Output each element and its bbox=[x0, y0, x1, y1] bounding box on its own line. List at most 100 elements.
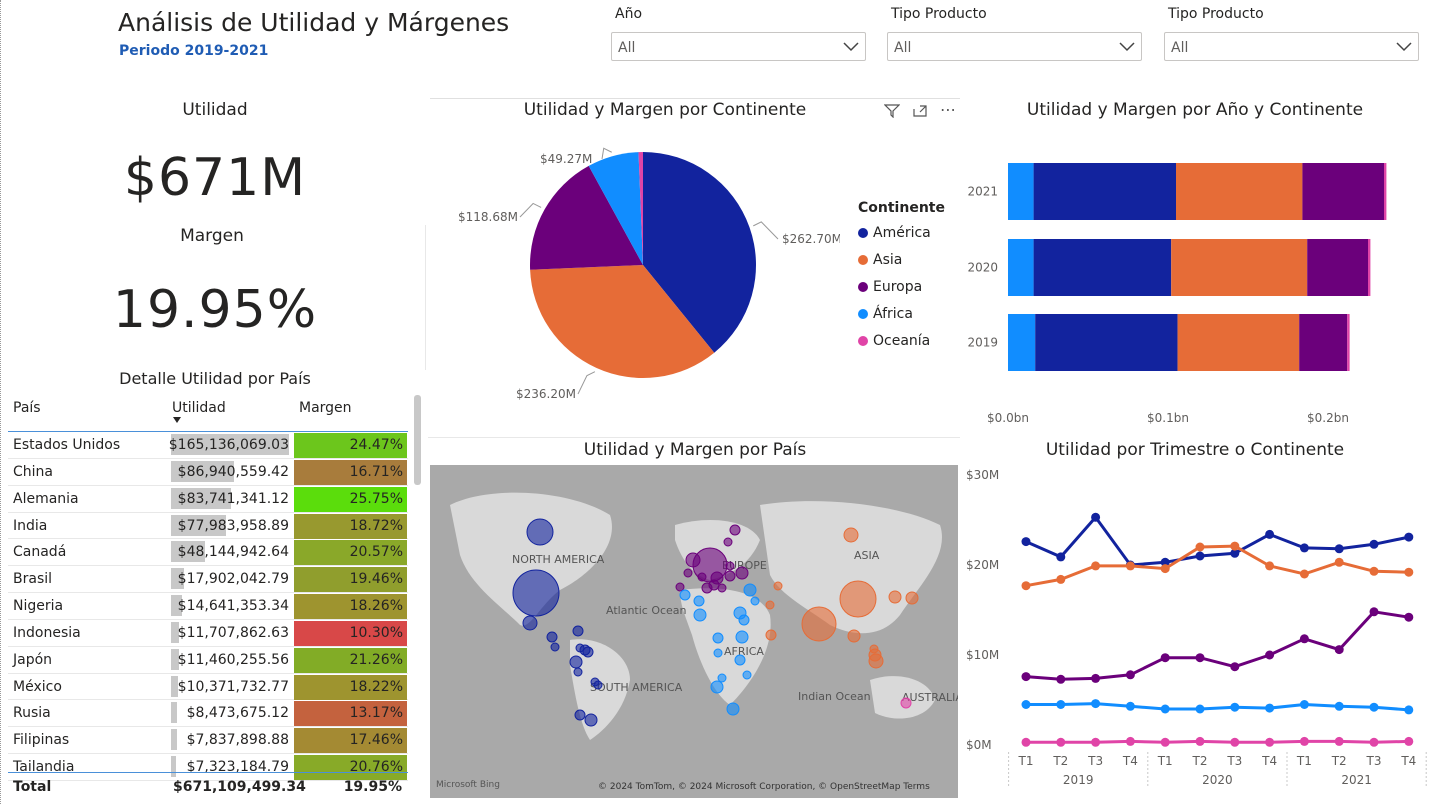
series-point[interactable] bbox=[1230, 662, 1240, 672]
table-row[interactable]: México $10,371,732.77 18.22% bbox=[8, 674, 408, 701]
series-point[interactable] bbox=[1021, 737, 1031, 747]
bar-segment-áfrica[interactable] bbox=[1008, 314, 1036, 371]
map-bubble[interactable] bbox=[734, 654, 746, 666]
table-row[interactable]: Japón $11,460,255.56 21.26% bbox=[8, 647, 408, 674]
more-options-icon[interactable]: ⋯ bbox=[940, 100, 956, 119]
map-bubble[interactable] bbox=[726, 702, 740, 716]
series-point[interactable] bbox=[1334, 557, 1344, 567]
series-point[interactable] bbox=[1334, 544, 1344, 554]
legend-item[interactable]: Oceanía bbox=[858, 333, 931, 349]
map-bubble[interactable] bbox=[693, 595, 705, 607]
map-bubble[interactable] bbox=[679, 589, 691, 601]
map-bubble[interactable] bbox=[738, 614, 750, 626]
series-point[interactable] bbox=[1056, 737, 1066, 747]
series-point[interactable] bbox=[1404, 567, 1414, 577]
series-point[interactable] bbox=[1230, 541, 1240, 551]
map-bubble[interactable] bbox=[675, 582, 685, 592]
map-bubble[interactable] bbox=[573, 667, 583, 677]
map-bubble[interactable] bbox=[512, 569, 560, 617]
series-point[interactable] bbox=[1404, 532, 1414, 542]
series-point[interactable] bbox=[1160, 737, 1170, 747]
map-bubble[interactable] bbox=[569, 655, 583, 669]
bar-segment-europa[interactable] bbox=[1302, 163, 1384, 220]
series-point[interactable] bbox=[1369, 607, 1379, 617]
table-row[interactable]: Nigeria $14,641,353.34 18.26% bbox=[8, 593, 408, 620]
series-point[interactable] bbox=[1195, 551, 1205, 561]
map-bubble[interactable] bbox=[742, 670, 752, 680]
map-bubble[interactable] bbox=[713, 648, 723, 658]
map-bubble[interactable] bbox=[750, 596, 760, 606]
series-point[interactable] bbox=[1091, 673, 1101, 683]
series-point[interactable] bbox=[1230, 702, 1240, 712]
series-point[interactable] bbox=[1021, 537, 1031, 547]
map-bubble[interactable] bbox=[801, 606, 837, 642]
bar-segment-europa[interactable] bbox=[1299, 314, 1348, 371]
series-point[interactable] bbox=[1021, 672, 1031, 682]
series-point[interactable] bbox=[1125, 736, 1135, 746]
bar-segment-oceanía[interactable] bbox=[1384, 163, 1387, 220]
map-bubble[interactable] bbox=[701, 582, 713, 594]
map-bubble[interactable] bbox=[905, 591, 919, 605]
map-bubble[interactable] bbox=[743, 583, 757, 597]
table-row[interactable]: India $77,983,958.89 18.72% bbox=[8, 513, 408, 540]
table-row[interactable]: Alemania $83,741,341.12 25.75% bbox=[8, 486, 408, 513]
bar-segment-asia[interactable] bbox=[1171, 239, 1308, 296]
map-bubble[interactable] bbox=[723, 537, 733, 547]
map-bubble[interactable] bbox=[712, 632, 724, 644]
series-point[interactable] bbox=[1299, 736, 1309, 746]
slicer-ano-dropdown[interactable]: All bbox=[611, 32, 866, 61]
series-point[interactable] bbox=[1056, 674, 1066, 684]
focus-mode-icon[interactable] bbox=[912, 104, 928, 118]
series-point[interactable] bbox=[1160, 704, 1170, 714]
bar-segment-oceanía[interactable] bbox=[1347, 314, 1350, 371]
series-point[interactable] bbox=[1195, 736, 1205, 746]
bubble-map[interactable]: NORTH AMERICA EUROPEASIAAtlantic OceanAFR… bbox=[430, 465, 958, 798]
slicer-tipo1-dropdown[interactable]: All bbox=[887, 32, 1142, 61]
map-bubble[interactable] bbox=[593, 680, 603, 690]
series-point[interactable] bbox=[1334, 645, 1344, 655]
series-point[interactable] bbox=[1404, 705, 1414, 715]
bar-segment-asia[interactable] bbox=[1177, 314, 1300, 371]
table-row[interactable]: Brasil $17,902,042.79 19.46% bbox=[8, 566, 408, 594]
legend-item[interactable]: África bbox=[858, 306, 931, 322]
series-point[interactable] bbox=[1265, 529, 1275, 539]
map-bubble[interactable] bbox=[522, 615, 538, 631]
map-bubble[interactable] bbox=[693, 608, 707, 622]
series-point[interactable] bbox=[1369, 737, 1379, 747]
series-point[interactable] bbox=[1091, 737, 1101, 747]
series-point[interactable] bbox=[1195, 653, 1205, 663]
series-point[interactable] bbox=[1125, 701, 1135, 711]
series-point[interactable] bbox=[1404, 612, 1414, 622]
series-point[interactable] bbox=[1056, 574, 1066, 584]
map-bubble[interactable] bbox=[550, 642, 560, 652]
table-row[interactable]: Estados Unidos $165,136,069.03 24.47% bbox=[8, 432, 408, 459]
series-point[interactable] bbox=[1056, 552, 1066, 562]
map-bubble[interactable] bbox=[735, 630, 749, 644]
series-point[interactable] bbox=[1265, 703, 1275, 713]
table-scrollbar[interactable] bbox=[414, 395, 421, 485]
series-point[interactable] bbox=[1091, 561, 1101, 571]
series-point[interactable] bbox=[1056, 700, 1066, 709]
slicer-tipo2-dropdown[interactable]: All bbox=[1164, 32, 1419, 61]
col-header-utilidad[interactable]: Utilidad bbox=[172, 400, 226, 416]
map-bubble[interactable] bbox=[710, 680, 724, 694]
map-bubble[interactable] bbox=[843, 527, 859, 543]
map-bubble[interactable] bbox=[579, 644, 591, 656]
map-bubble[interactable] bbox=[847, 629, 861, 643]
map-bubble[interactable] bbox=[735, 566, 749, 580]
map-bubble[interactable] bbox=[900, 697, 912, 709]
series-point[interactable] bbox=[1334, 701, 1344, 711]
map-bubble[interactable] bbox=[729, 524, 741, 536]
table-row[interactable]: China $86,940,559.42 16.71% bbox=[8, 459, 408, 486]
map-bubble[interactable] bbox=[572, 625, 584, 637]
series-point[interactable] bbox=[1091, 512, 1101, 522]
series-point[interactable] bbox=[1195, 704, 1205, 714]
bar-segment-oceanía[interactable] bbox=[1368, 239, 1371, 296]
map-bubble[interactable] bbox=[725, 561, 735, 571]
legend-item[interactable]: Europa bbox=[858, 279, 931, 295]
series-point[interactable] bbox=[1334, 736, 1344, 746]
map-bubble[interactable] bbox=[697, 572, 707, 582]
map-bubble[interactable] bbox=[869, 644, 879, 654]
bar-segment-áfrica[interactable] bbox=[1008, 163, 1034, 220]
map-bubble[interactable] bbox=[724, 570, 736, 582]
